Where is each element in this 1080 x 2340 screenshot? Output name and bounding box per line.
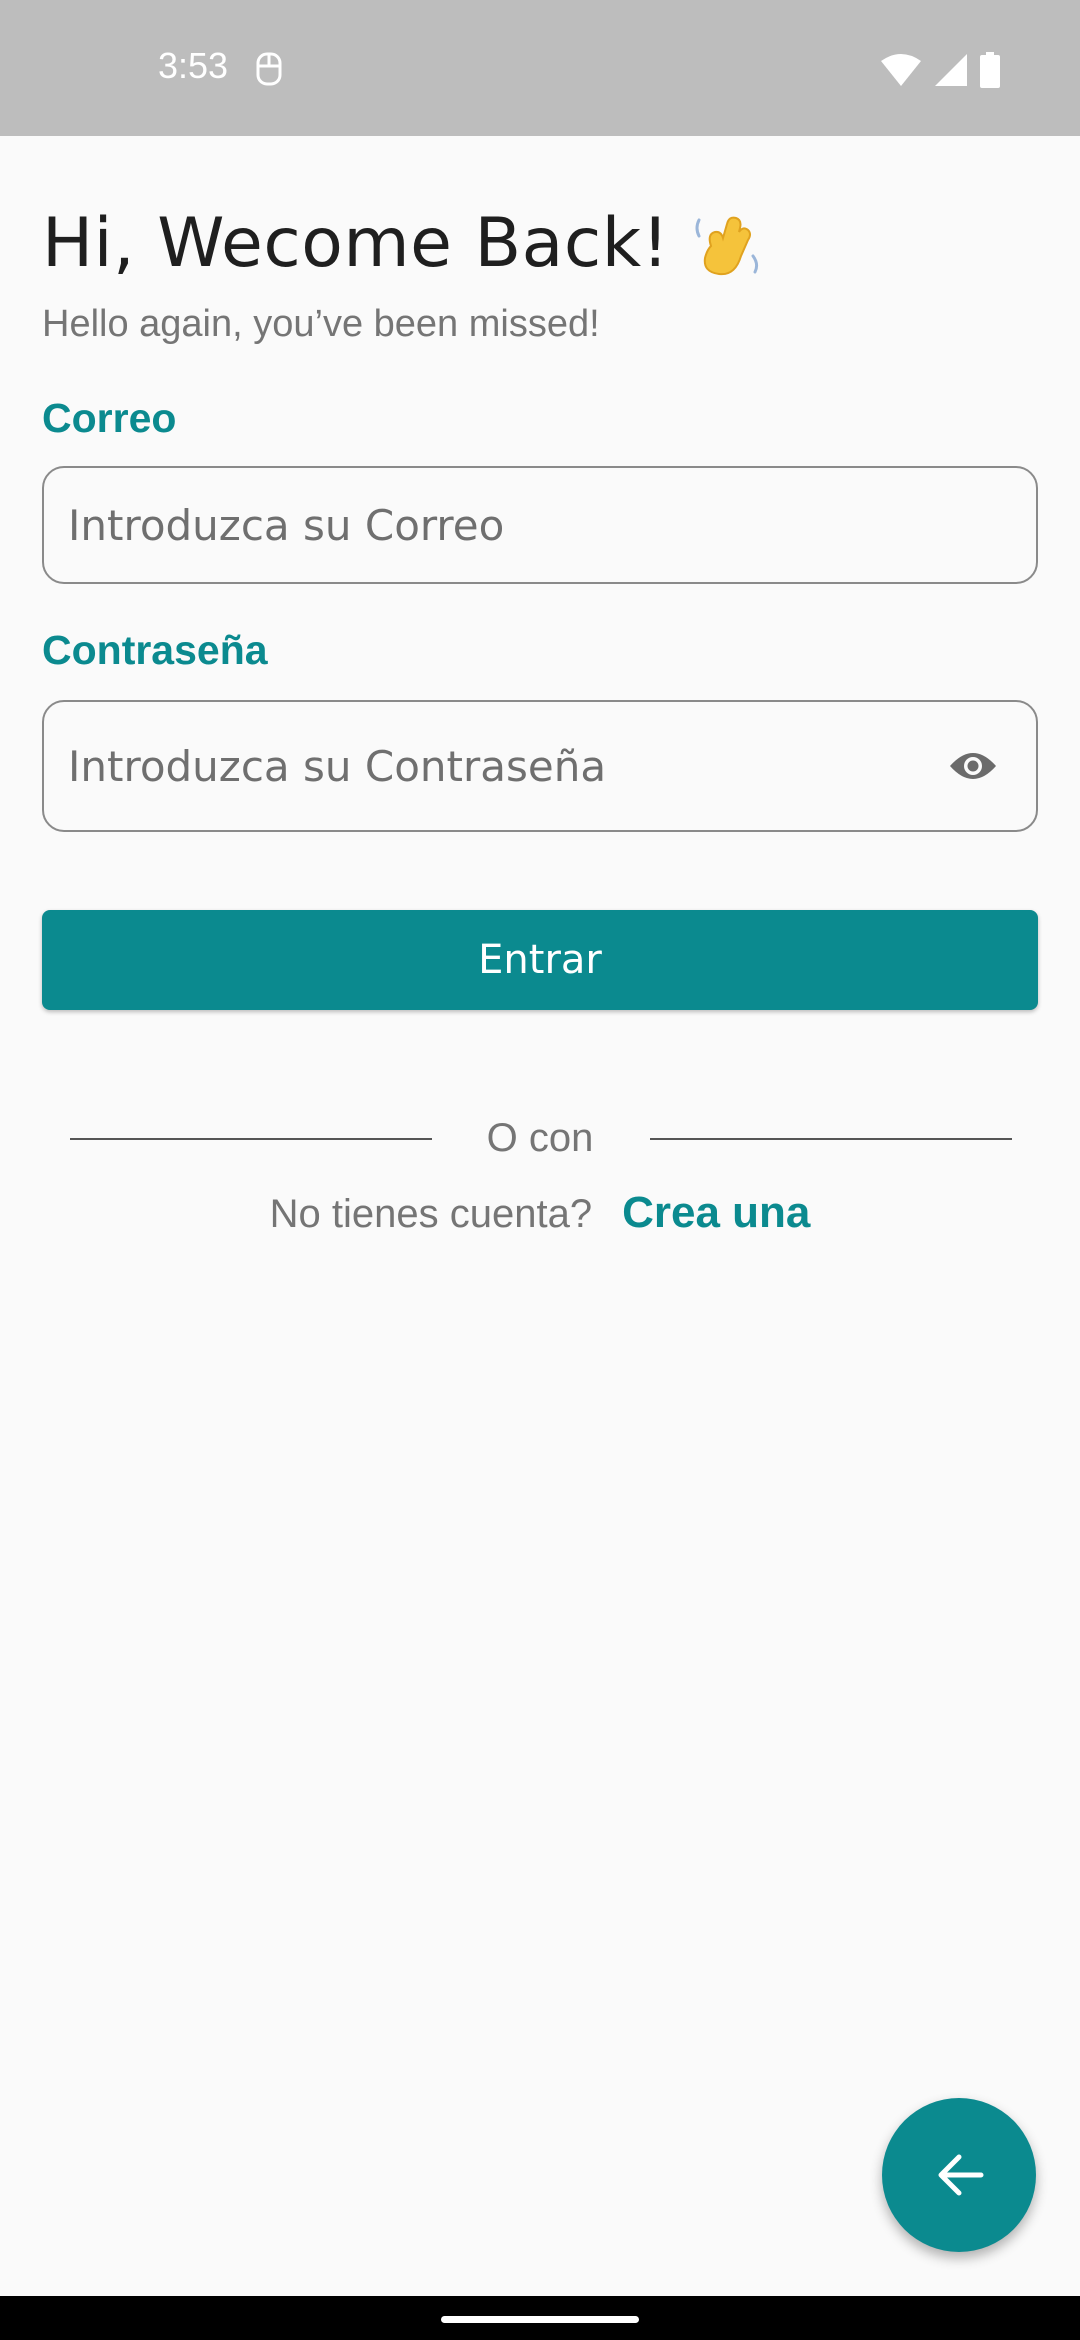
- status-bar: 3:53: [0, 0, 1080, 136]
- password-field-container[interactable]: [42, 700, 1038, 832]
- divider-line-right: [650, 1138, 1012, 1140]
- email-label: Correo: [42, 395, 177, 441]
- app-notification-icon: [256, 52, 282, 86]
- signup-prompt: No tienes cuenta?: [269, 1192, 593, 1236]
- home-indicator[interactable]: [441, 2316, 639, 2323]
- status-icons: [880, 52, 1000, 88]
- signup-row: No tienes cuenta? Crea una: [0, 1188, 1080, 1238]
- email-field-container[interactable]: [42, 466, 1038, 584]
- back-fab-button[interactable]: [882, 2098, 1036, 2252]
- login-button[interactable]: Entrar: [42, 910, 1038, 1010]
- system-nav-bar: [0, 2296, 1080, 2340]
- divider-line-left: [70, 1138, 432, 1140]
- signal-icon: [935, 54, 967, 86]
- waving-hand-icon: [695, 216, 759, 276]
- wifi-icon: [881, 54, 921, 86]
- page-title: Hi, Wecome Back!: [42, 206, 767, 282]
- divider-text: O con: [486, 1116, 594, 1160]
- title-text: Hi, Wecome Back!: [42, 203, 670, 283]
- battery-icon: [980, 52, 1000, 88]
- arrow-back-icon: [938, 2154, 984, 2196]
- signup-link[interactable]: Crea una: [622, 1188, 810, 1238]
- eye-icon[interactable]: [948, 748, 998, 784]
- page-subtitle: Hello again, you’ve been missed!: [42, 303, 600, 345]
- status-time: 3:53: [158, 45, 229, 86]
- password-field[interactable]: [68, 741, 928, 791]
- password-label: Contraseña: [42, 627, 268, 673]
- email-field[interactable]: [68, 500, 928, 550]
